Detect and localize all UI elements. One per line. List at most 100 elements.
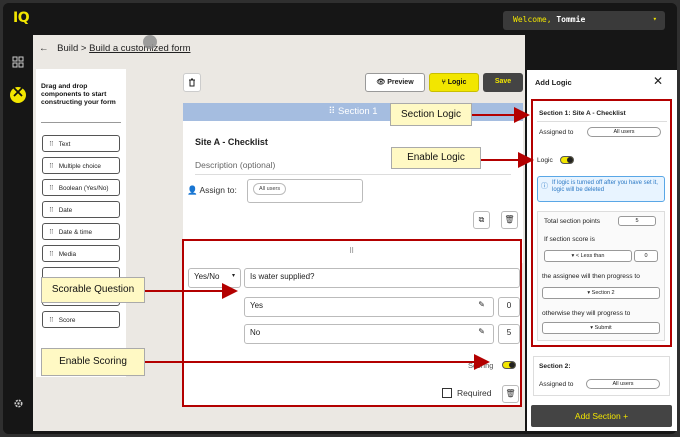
assign-to-row: 👤 Assign to: [187,185,237,196]
otherwise-text: otherwise they will progress to [542,310,631,317]
drag-handle-icon: ⠿ [328,106,338,117]
save-button[interactable]: Save [483,73,523,92]
breadcrumb-current: Build a customized form [89,43,191,54]
comparator-select[interactable]: ▾ < Less than [544,250,632,262]
add-logic-panel: Add Logic ✕ Section 1: Site A - Checklis… [527,70,677,431]
then-target-value: Section 2 [591,290,615,296]
section2-assigned-label: Assigned to [539,381,574,388]
question-type-value: Yes/No [194,272,220,281]
then-text: the assignee will then progress to [542,273,640,280]
logic-info-banner: ⓘ If logic is turned off after you have … [537,176,665,202]
required-label: Required [457,388,492,398]
divider [537,121,667,122]
logic-label: Logic [447,79,467,86]
trash-icon[interactable]: 🗑 [502,385,519,403]
assignee-chip[interactable]: All users [253,183,287,195]
dashboard-icon[interactable] [10,56,26,72]
user-name: Tommie [556,15,586,24]
trash-icon [189,78,195,87]
logic-toggle[interactable] [560,156,574,164]
palette-item-text[interactable]: ⠿ Text [42,135,120,152]
question-text-input[interactable]: Is water supplied? [244,268,520,288]
palette-item-label: Score [58,317,76,324]
palette-item-multiple-choice[interactable]: ⠿ Multiple choice [42,157,120,174]
logic-label: Logic [537,157,553,164]
assigned-to-label: Assigned to [539,129,574,136]
option-score-no[interactable]: 5 [498,324,520,344]
palette-item-date[interactable]: ⠿ Date [42,201,120,218]
logic-branch-icon: ⑂ [441,79,446,86]
required-checkbox[interactable] [442,388,452,398]
callout-section-logic: Section Logic [390,103,472,126]
chevron-down-icon: ▾ [652,15,657,23]
assign-label: Assign to: [199,185,237,195]
question-card: ⠿ Yes/No ▾ Is water supplied? Yes ✎ 0 No… [182,239,522,407]
palette-item-media[interactable]: ⠿ Media [42,245,120,262]
build-tools-icon[interactable] [10,87,26,103]
palette-item-score[interactable]: ⠿ Score [42,311,120,328]
info-icon: ⓘ [541,183,548,190]
option-input-no[interactable]: No ✎ [244,324,494,344]
drag-handle-icon[interactable]: ⠿ [349,247,354,255]
delete-form-button[interactable] [183,73,201,92]
palette-item-label: Date & time [58,229,93,236]
add-section-button[interactable]: Add Section + [531,405,672,427]
panel-title: Add Logic [535,78,572,87]
otherwise-target-value: Submit [594,325,612,331]
welcome-text: Welcome, [513,15,552,24]
breadcrumb: ← Build > Build a customized form [39,43,190,54]
back-arrow-icon[interactable]: ← [39,43,49,54]
threshold-input[interactable]: 0 [634,250,658,262]
section2-logic-title: Section 2: [539,363,571,370]
palette-item-boolean[interactable]: ⠿ Boolean (Yes/No) [42,179,120,196]
section-header[interactable]: ⠿ Section 1 [183,103,523,121]
left-nav [3,36,33,434]
eye-icon: 👁 [376,79,386,86]
section-title[interactable]: Site A - Checklist [195,137,268,147]
logic-button[interactable]: ⑂ Logic [429,73,479,92]
comparator-value: Less than [580,253,605,259]
section2-logic-card: Section 2: Assigned to All users [533,356,670,396]
palette-hint: Drag and drop components to start constr… [41,83,116,106]
preview-label: Preview [387,79,414,86]
assigned-users-pill[interactable]: All users [587,127,661,137]
section-header-label: Section 1 [337,106,378,117]
pencil-icon[interactable]: ✎ [478,327,485,336]
save-label: Save [494,78,512,85]
app-logo: IQ [13,10,30,26]
option-label: No [250,328,261,337]
breadcrumb-parent[interactable]: Build [57,43,78,54]
user-menu[interactable]: Welcome, Tommie ▾ [503,11,665,30]
breadcrumb-separator: > [80,43,87,54]
trash-icon[interactable]: 🗑 [501,211,518,229]
scoring-toggle[interactable] [502,361,516,369]
section2-assigned-pill[interactable]: All users [586,379,660,389]
question-type-select[interactable]: Yes/No ▾ [188,268,241,288]
caret-down-icon: ▾ < [571,253,581,259]
palette-item-label: Media [58,251,77,258]
callout-scorable-question: Scorable Question [41,277,145,303]
palette-item-label: Date [58,207,73,214]
copy-icon[interactable]: ⧉ [473,211,490,229]
callout-enable-scoring: Enable Scoring [41,348,145,376]
palette-item-date-time[interactable]: ⠿ Date & time [42,223,120,240]
assign-users-field[interactable]: All users [247,179,363,203]
callout-enable-logic: Enable Logic [391,147,481,169]
then-target-select[interactable]: ▾ Section 2 [542,287,660,299]
top-bar: IQ Welcome, Tommie ▾ [3,3,677,36]
palette-item-label: Text [58,141,71,148]
cursor-circle [143,35,157,49]
scoring-label: Scoring [468,361,494,370]
palette-item-label: Multiple choice [58,163,101,170]
pencil-icon[interactable]: ✎ [478,300,485,309]
option-input-yes[interactable]: Yes ✎ [244,297,494,317]
gear-icon[interactable] [10,398,26,414]
otherwise-target-select[interactable]: ▾ Submit [542,322,660,334]
preview-button[interactable]: 👁 Preview [365,73,425,92]
info-text: If logic is turned off after you have se… [552,180,658,194]
user-plus-icon: 👤 [187,185,198,195]
caret-down-icon: ▾ [231,273,235,279]
palette-divider [41,122,121,123]
option-score-yes[interactable]: 0 [498,297,520,317]
close-icon[interactable]: ✕ [653,74,663,88]
